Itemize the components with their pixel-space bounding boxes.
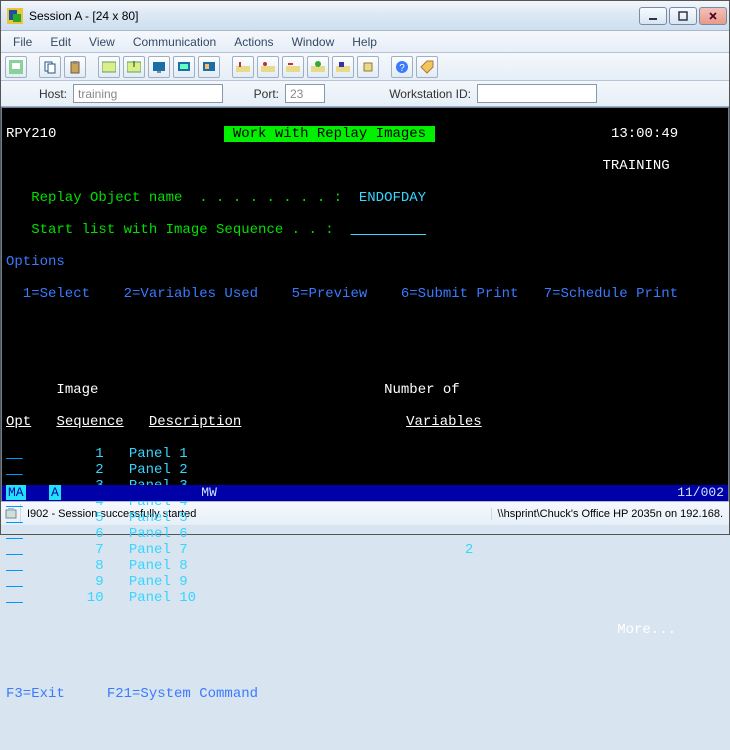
workstation-input[interactable] bbox=[477, 84, 597, 103]
row-desc: Panel 9 bbox=[129, 574, 423, 590]
menu-view[interactable]: View bbox=[81, 33, 123, 51]
row-desc: Panel 8 bbox=[129, 558, 423, 574]
port-input[interactable] bbox=[285, 84, 325, 103]
toolbar-screen2-icon[interactable] bbox=[173, 56, 195, 78]
oi-a: A bbox=[49, 485, 61, 500]
terminal-screen[interactable]: RPY210 Work with Replay Images 13:00:49 … bbox=[1, 107, 729, 501]
row-seq: 7 bbox=[28, 542, 104, 558]
opt-input[interactable] bbox=[6, 446, 28, 462]
toolbar-map2-icon[interactable] bbox=[257, 56, 279, 78]
screen-time: 13:00:49 bbox=[611, 126, 678, 142]
menu-actions[interactable]: Actions bbox=[226, 33, 281, 51]
opt-input[interactable] bbox=[6, 574, 28, 590]
host-label: Host: bbox=[7, 87, 67, 101]
row-desc: Panel 5 bbox=[129, 510, 423, 526]
col-num-2: Variables bbox=[406, 414, 482, 430]
table-row: 10 Panel 10 bbox=[6, 590, 724, 606]
col-opt: Opt bbox=[6, 414, 31, 430]
row-seq: 6 bbox=[28, 526, 104, 542]
close-button[interactable] bbox=[699, 7, 727, 25]
screen-program-id: RPY210 bbox=[6, 126, 56, 142]
row-desc: Panel 1 bbox=[129, 446, 423, 462]
ws-label: Workstation ID: bbox=[331, 87, 471, 101]
options-line: 1=Select 2=Variables Used 5=Preview 6=Su… bbox=[6, 286, 678, 302]
replay-object-value: ENDOFDAY bbox=[359, 190, 426, 206]
replay-object-label: Replay Object name . . . . . . . . : bbox=[6, 190, 342, 206]
more-indicator: More... bbox=[6, 622, 676, 638]
toolbar-paste-icon[interactable] bbox=[64, 56, 86, 78]
table-row: 6 Panel 6 bbox=[6, 526, 724, 542]
row-seq: 10 bbox=[28, 590, 104, 606]
port-label: Port: bbox=[229, 87, 279, 101]
toolbar-receive-icon[interactable] bbox=[123, 56, 145, 78]
toolbar-help-icon[interactable]: ? bbox=[391, 56, 413, 78]
col-desc: Description bbox=[149, 414, 381, 430]
table-row: 5 Panel 5 bbox=[6, 510, 724, 526]
toolbar-screen1-icon[interactable] bbox=[148, 56, 170, 78]
table-row: 2 Panel 2 bbox=[6, 462, 724, 478]
oi-ma: MA bbox=[6, 485, 26, 500]
table-row: 7 Panel 7 2 bbox=[6, 542, 724, 558]
menu-bar: File Edit View Communication Actions Win… bbox=[1, 31, 729, 53]
table-row: 1 Panel 1 bbox=[6, 446, 724, 462]
host-input[interactable] bbox=[73, 84, 223, 103]
window-title: Session A - [24 x 80] bbox=[29, 9, 639, 23]
toolbar-tag-icon[interactable] bbox=[416, 56, 438, 78]
row-vars: 2 bbox=[423, 542, 473, 558]
options-header: Options bbox=[6, 254, 65, 270]
row-seq: 1 bbox=[28, 446, 104, 462]
screen-title: Work with Replay Images bbox=[224, 126, 434, 142]
opt-input[interactable] bbox=[6, 542, 28, 558]
row-desc: Panel 7 bbox=[129, 542, 423, 558]
col-num-1: Number of bbox=[384, 382, 460, 398]
toolbar-send-icon[interactable] bbox=[98, 56, 120, 78]
toolbar-map3-icon[interactable] bbox=[282, 56, 304, 78]
connection-bar: Host: Port: Workstation ID: bbox=[1, 81, 729, 107]
opt-input[interactable] bbox=[6, 510, 28, 526]
toolbar-play-icon[interactable] bbox=[357, 56, 379, 78]
toolbar-copy-icon[interactable] bbox=[39, 56, 61, 78]
row-seq: 5 bbox=[28, 510, 104, 526]
maximize-button[interactable] bbox=[669, 7, 697, 25]
table-row: 8 Panel 8 bbox=[6, 558, 724, 574]
menu-communication[interactable]: Communication bbox=[125, 33, 224, 51]
toolbar: ? bbox=[1, 53, 729, 81]
oi-mw: MW bbox=[201, 485, 217, 500]
row-desc: Panel 2 bbox=[129, 462, 423, 478]
opt-input[interactable] bbox=[6, 526, 28, 542]
start-list-input[interactable] bbox=[350, 222, 426, 238]
row-desc: Panel 10 bbox=[129, 590, 423, 606]
col-image-2: Sequence bbox=[56, 414, 123, 430]
col-image-1: Image bbox=[56, 382, 98, 398]
start-list-label: Start list with Image Sequence . . : bbox=[6, 222, 334, 238]
fkey-line: F3=Exit F21=System Command bbox=[6, 686, 258, 702]
window-titlebar: Session A - [24 x 80] bbox=[1, 1, 729, 31]
opt-input[interactable] bbox=[6, 462, 28, 478]
menu-window[interactable]: Window bbox=[284, 33, 343, 51]
row-seq: 9 bbox=[28, 574, 104, 590]
row-seq: 8 bbox=[28, 558, 104, 574]
row-seq: 2 bbox=[28, 462, 104, 478]
terminal-status-line: MA A MW 11/002 bbox=[2, 485, 728, 501]
app-icon bbox=[7, 8, 23, 24]
menu-help[interactable]: Help bbox=[344, 33, 385, 51]
table-row: 9 Panel 9 bbox=[6, 574, 724, 590]
toolbar-screen3-icon[interactable] bbox=[198, 56, 220, 78]
toolbar-print-icon[interactable] bbox=[5, 56, 27, 78]
opt-input[interactable] bbox=[6, 558, 28, 574]
row-desc: Panel 6 bbox=[129, 526, 423, 542]
toolbar-record-icon[interactable] bbox=[307, 56, 329, 78]
minimize-button[interactable] bbox=[639, 7, 667, 25]
menu-file[interactable]: File bbox=[5, 33, 40, 51]
svg-text:?: ? bbox=[399, 63, 405, 74]
oi-cursor-pos: 11/002 bbox=[677, 485, 724, 501]
opt-input[interactable] bbox=[6, 590, 28, 606]
menu-edit[interactable]: Edit bbox=[42, 33, 79, 51]
toolbar-stop-icon[interactable] bbox=[332, 56, 354, 78]
toolbar-map1-icon[interactable] bbox=[232, 56, 254, 78]
screen-system: TRAINING bbox=[603, 158, 670, 174]
